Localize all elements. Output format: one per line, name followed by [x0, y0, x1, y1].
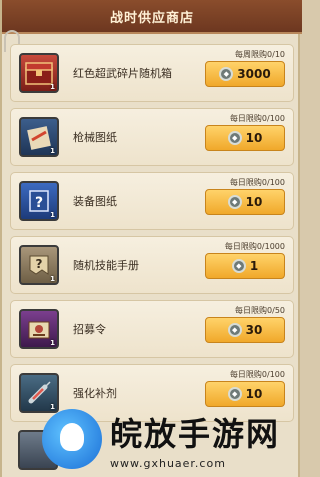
shop-item-row[interactable]: ? 1 随机技能手册 每日限购0/1000 ◆ 1 — [10, 236, 294, 294]
currency-icon: ◆ — [227, 323, 242, 337]
shop-header: 战时供应商店 — [2, 0, 302, 34]
purchase-limit: 每周限购0/10 — [235, 50, 285, 59]
currency-icon: ◆ — [231, 259, 246, 273]
watermark-text: 皖放手游网 — [110, 414, 281, 453]
purchase-limit: 每日限购0/100 — [229, 370, 285, 379]
gun-blueprint-icon: 1 — [19, 117, 59, 157]
shop-item-row[interactable]: ? 1 装备图纸 每日限购0/100 ◆ 10 — [10, 172, 294, 230]
shop-item-row[interactable]: 1 招募令 每日限购0/50 ◆ 30 — [10, 300, 294, 358]
price-amount: 1 — [249, 259, 259, 273]
price-amount: 30 — [245, 323, 263, 337]
item-name: 装备图纸 — [73, 195, 117, 208]
purchase-limit: 每日限购0/1000 — [224, 242, 285, 251]
currency-icon: ◆ — [227, 131, 242, 145]
currency-icon: ◆ — [227, 195, 242, 209]
buy-button[interactable]: ◆ 10 — [205, 125, 285, 151]
site-watermark: 皖放手游网 www.gxhuaer.com — [42, 406, 292, 472]
shop-panel: 战时供应商店 1 红色超武碎片随机箱 每周限购0/10 ◆ 3000 1 枪械图… — [0, 0, 302, 477]
buy-button[interactable]: ◆ 10 — [205, 189, 285, 215]
currency-icon: ◆ — [227, 387, 242, 401]
watermark-url: www.gxhuaer.com — [110, 456, 226, 470]
buy-button[interactable]: ◆ 1 — [205, 253, 285, 279]
buy-button[interactable]: ◆ 10 — [205, 381, 285, 407]
item-name: 红色超武碎片随机箱 — [73, 67, 172, 80]
purchase-limit: 每日限购0/100 — [229, 178, 285, 187]
item-name: 随机技能手册 — [73, 259, 139, 272]
price-amount: 10 — [245, 131, 263, 145]
recruit-order-icon: 1 — [19, 309, 59, 349]
svg-text:?: ? — [36, 257, 43, 271]
currency-icon: ◆ — [219, 67, 234, 81]
item-name: 招募令 — [73, 323, 106, 336]
item-name: 枪械图纸 — [73, 131, 117, 144]
shop-title: 战时供应商店 — [109, 10, 194, 26]
mystery-blueprint-icon: ? 1 — [19, 181, 59, 221]
item-name: 强化补剂 — [73, 387, 117, 400]
buy-button[interactable]: ◆ 3000 — [205, 61, 285, 87]
purchase-limit: 每日限购0/50 — [235, 306, 285, 315]
svg-text:?: ? — [35, 195, 43, 211]
octopus-logo-icon — [42, 409, 102, 469]
skill-manual-icon: ? 1 — [19, 245, 59, 285]
price-amount: 10 — [245, 387, 263, 401]
price-amount: 10 — [245, 195, 263, 209]
price-amount: 3000 — [237, 67, 271, 81]
buy-button[interactable]: ◆ 30 — [205, 317, 285, 343]
shop-item-row[interactable]: 1 枪械图纸 每日限购0/100 ◆ 10 — [10, 108, 294, 166]
red-crate-icon: 1 — [19, 53, 59, 93]
shop-item-row[interactable]: 1 红色超武碎片随机箱 每周限购0/10 ◆ 3000 — [10, 44, 294, 102]
purchase-limit: 每日限购0/100 — [229, 114, 285, 123]
